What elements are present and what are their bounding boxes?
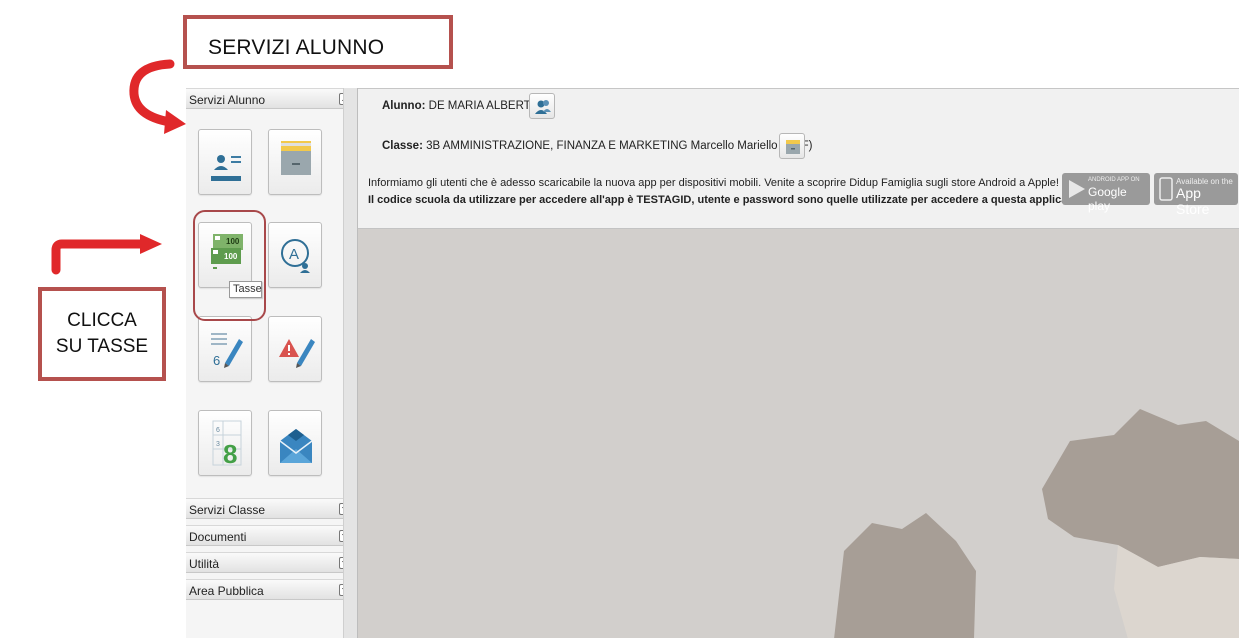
sidebar-section-servizi-classe[interactable]: Servizi Classe (186, 498, 357, 519)
tile-messaggi[interactable] (268, 410, 322, 476)
svg-text:A: A (289, 246, 299, 263)
class-line: Classe: 3B AMMINISTRAZIONE, FINANZA E MA… (382, 140, 813, 152)
screenshot-stage: Servizi Alunno 100 100 A 6 6 3 8 Servizi… (0, 0, 1239, 638)
mail-icon (279, 429, 313, 463)
tile-voti[interactable]: 6 (198, 316, 252, 382)
register-icon: 6 3 8 (212, 420, 242, 469)
archive-icon (281, 141, 311, 175)
sidebar-section-documenti[interactable]: Documenti (186, 525, 357, 546)
student-line: Alunno: DE MARIA ALBERTO (382, 100, 539, 112)
sidebar-section-label: Servizi Alunno (189, 93, 266, 107)
tile-dati-anagrafici[interactable] (198, 129, 252, 195)
tile-note-disciplinari[interactable] (268, 316, 322, 382)
app-notice-line-2: Il codice scuola da utilizzare per acced… (368, 194, 1099, 206)
callout-servizi-alunno: SERVIZI ALUNNO (183, 15, 453, 69)
sidebar-section-label: Servizi Classe (189, 503, 266, 517)
grades-icon: 6 (211, 333, 243, 368)
tile-archivio[interactable] (268, 129, 322, 195)
tasse-highlight-ring (193, 210, 266, 321)
register-digit-b: 3 (216, 441, 220, 448)
tile-assenze[interactable]: A (268, 222, 322, 288)
grade-digit: 6 (213, 353, 220, 368)
sidebar-section-servizi-alunno[interactable]: Servizi Alunno (186, 88, 357, 109)
absence-icon: A (281, 239, 310, 273)
archive-icon (786, 140, 800, 154)
sidebar: Servizi Alunno 100 100 A 6 6 3 8 Servizi… (186, 88, 357, 638)
callout-line-2: SU TASSE (55, 336, 149, 357)
google-play-small: ANDROID APP ON (1088, 177, 1140, 183)
sidebar-section-utilita[interactable]: Utilità (186, 552, 357, 573)
play-triangle-icon (1069, 180, 1085, 198)
sidebar-section-area-pubblica[interactable]: Area Pubblica (186, 579, 357, 600)
student-profile-button[interactable] (529, 93, 555, 119)
app-notice-line-1: Informiamo gli utenti che è adesso scari… (368, 177, 1059, 189)
student-label: Alunno: (382, 100, 426, 112)
sidebar-splitter[interactable] (343, 88, 358, 638)
student-info-panel: Alunno: DE MARIA ALBERTO Classe: 3B AMMI… (358, 89, 1239, 229)
class-label: Classe: (382, 140, 423, 152)
right-arrow-icon (51, 234, 162, 275)
register-digit-c: 8 (223, 439, 237, 469)
app-store-badge[interactable]: Available on the App Store (1154, 173, 1238, 217)
sidebar-section-label: Documenti (189, 530, 247, 544)
student-card-icon (211, 155, 241, 181)
register-digit-a: 6 (216, 427, 220, 434)
curved-arrow-icon (129, 59, 186, 134)
google-play-badge[interactable]: ANDROID APP ON Google play (1062, 173, 1150, 213)
google-play-label: Google play (1088, 185, 1127, 213)
tasse-tooltip: Tasse (229, 281, 262, 298)
notes-warning-icon (279, 339, 315, 368)
callout-line-1: CLICCA (67, 310, 137, 331)
class-archive-button[interactable] (779, 133, 805, 159)
app-store-label: App Store (1176, 185, 1210, 217)
student-name: DE MARIA ALBERTO (428, 100, 540, 112)
main-panel: Alunno: DE MARIA ALBERTO Classe: 3B AMMI… (358, 88, 1239, 638)
user-group-icon (535, 100, 551, 114)
sidebar-section-label: Utilità (189, 557, 220, 571)
tile-registro[interactable]: 6 3 8 (198, 410, 252, 476)
callout-clicca-su-tasse: CLICCA SU TASSE (38, 287, 166, 381)
phone-icon (1159, 177, 1173, 201)
sidebar-section-label: Area Pubblica (189, 584, 264, 598)
class-name: 3B AMMINISTRAZIONE, FINANZA E MARKETING … (426, 140, 813, 152)
